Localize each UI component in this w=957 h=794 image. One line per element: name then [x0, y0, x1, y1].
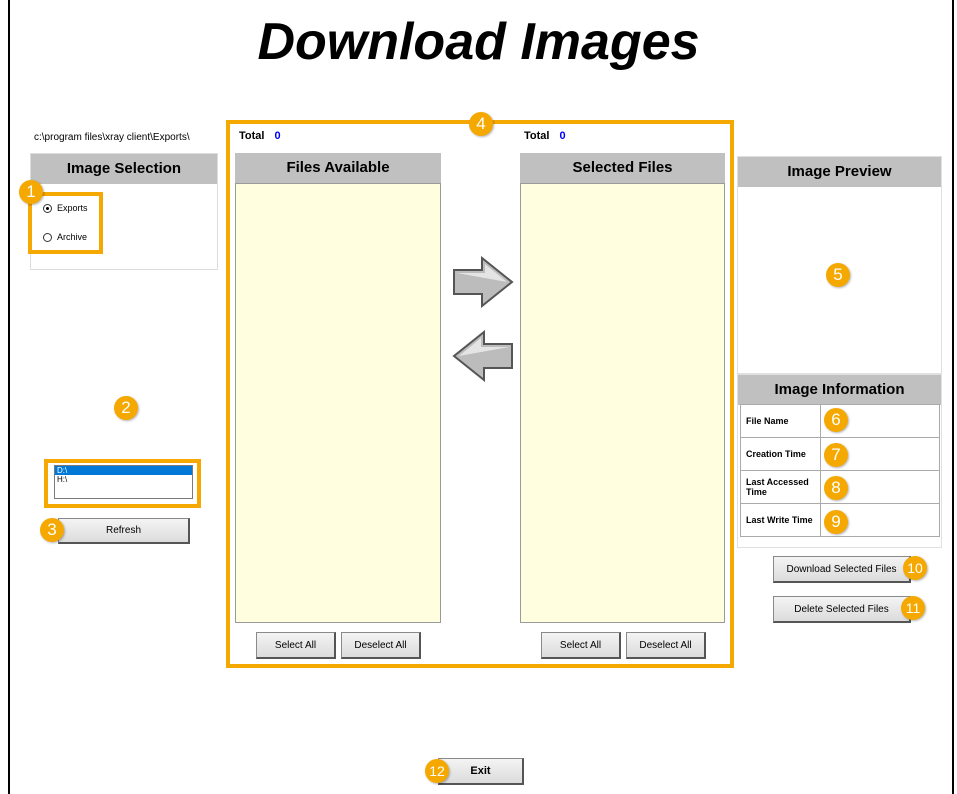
selected-files-header: Selected Files	[520, 153, 725, 183]
radio-archive-label: Archive	[57, 232, 88, 242]
selected-files-total-value: 0	[559, 130, 566, 142]
selected-files-select-all-button[interactable]: Select All	[541, 632, 621, 659]
drive-item-d[interactable]: D:\	[55, 466, 192, 475]
info-label-file-name: File Name	[740, 404, 821, 438]
files-available-deselect-all-button[interactable]: Deselect All	[341, 632, 421, 659]
exit-button[interactable]: Exit	[438, 758, 524, 785]
info-label-creation-time: Creation Time	[740, 437, 821, 471]
info-label-last-accessed: Last Accessed Time	[740, 470, 821, 504]
files-available-select-all-button[interactable]: Select All	[256, 632, 336, 659]
annotation-badge-4: 4	[469, 112, 493, 136]
radio-exports-label: Exports	[57, 203, 88, 213]
files-available-total-label: Total	[239, 130, 265, 142]
selected-files-deselect-all-button[interactable]: Deselect All	[626, 632, 706, 659]
radio-archive-indicator[interactable]	[43, 232, 52, 242]
radio-archive[interactable]: Archive	[43, 232, 87, 242]
annotation-badge-7: 7	[824, 443, 848, 467]
files-available-total-value: 0	[274, 130, 281, 142]
annotation-badge-3: 3	[40, 518, 64, 542]
image-preview-header: Image Preview	[738, 157, 941, 187]
radio-exports[interactable]: Exports	[43, 203, 88, 213]
image-selection-highlight	[28, 192, 103, 254]
drive-item-h[interactable]: H:\	[55, 475, 192, 484]
selected-files-total: Total 0	[524, 130, 566, 142]
annotation-badge-12: 12	[425, 759, 449, 783]
annotation-badge-8: 8	[824, 476, 848, 500]
move-left-arrow-icon[interactable]	[452, 330, 514, 382]
annotation-badge-6: 6	[824, 408, 848, 432]
annotation-badge-5: 5	[826, 263, 850, 287]
image-information-header: Image Information	[738, 375, 941, 405]
refresh-button[interactable]: Refresh	[58, 518, 190, 544]
move-right-arrow-icon[interactable]	[452, 256, 514, 308]
image-selection-header: Image Selection	[31, 154, 217, 184]
download-selected-files-button[interactable]: Download Selected Files	[773, 556, 911, 583]
current-path: c:\program files\xray client\Exports\	[34, 132, 190, 143]
annotation-badge-11: 11	[901, 596, 925, 620]
selected-files-total-label: Total	[524, 130, 550, 142]
annotation-badge-9: 9	[824, 510, 848, 534]
annotation-badge-1: 1	[19, 180, 43, 204]
annotation-badge-10: 10	[903, 556, 927, 580]
radio-exports-indicator[interactable]	[43, 203, 52, 213]
delete-selected-files-button[interactable]: Delete Selected Files	[773, 596, 911, 623]
info-label-last-write: Last Write Time	[740, 503, 821, 537]
files-available-list[interactable]	[235, 183, 441, 623]
drive-list[interactable]: D:\ H:\	[54, 465, 193, 499]
files-available-header: Files Available	[235, 153, 441, 183]
page-title: Download Images	[257, 13, 700, 71]
selected-files-list[interactable]	[520, 183, 725, 623]
annotation-badge-2: 2	[114, 396, 138, 420]
files-available-total: Total 0	[239, 130, 281, 142]
